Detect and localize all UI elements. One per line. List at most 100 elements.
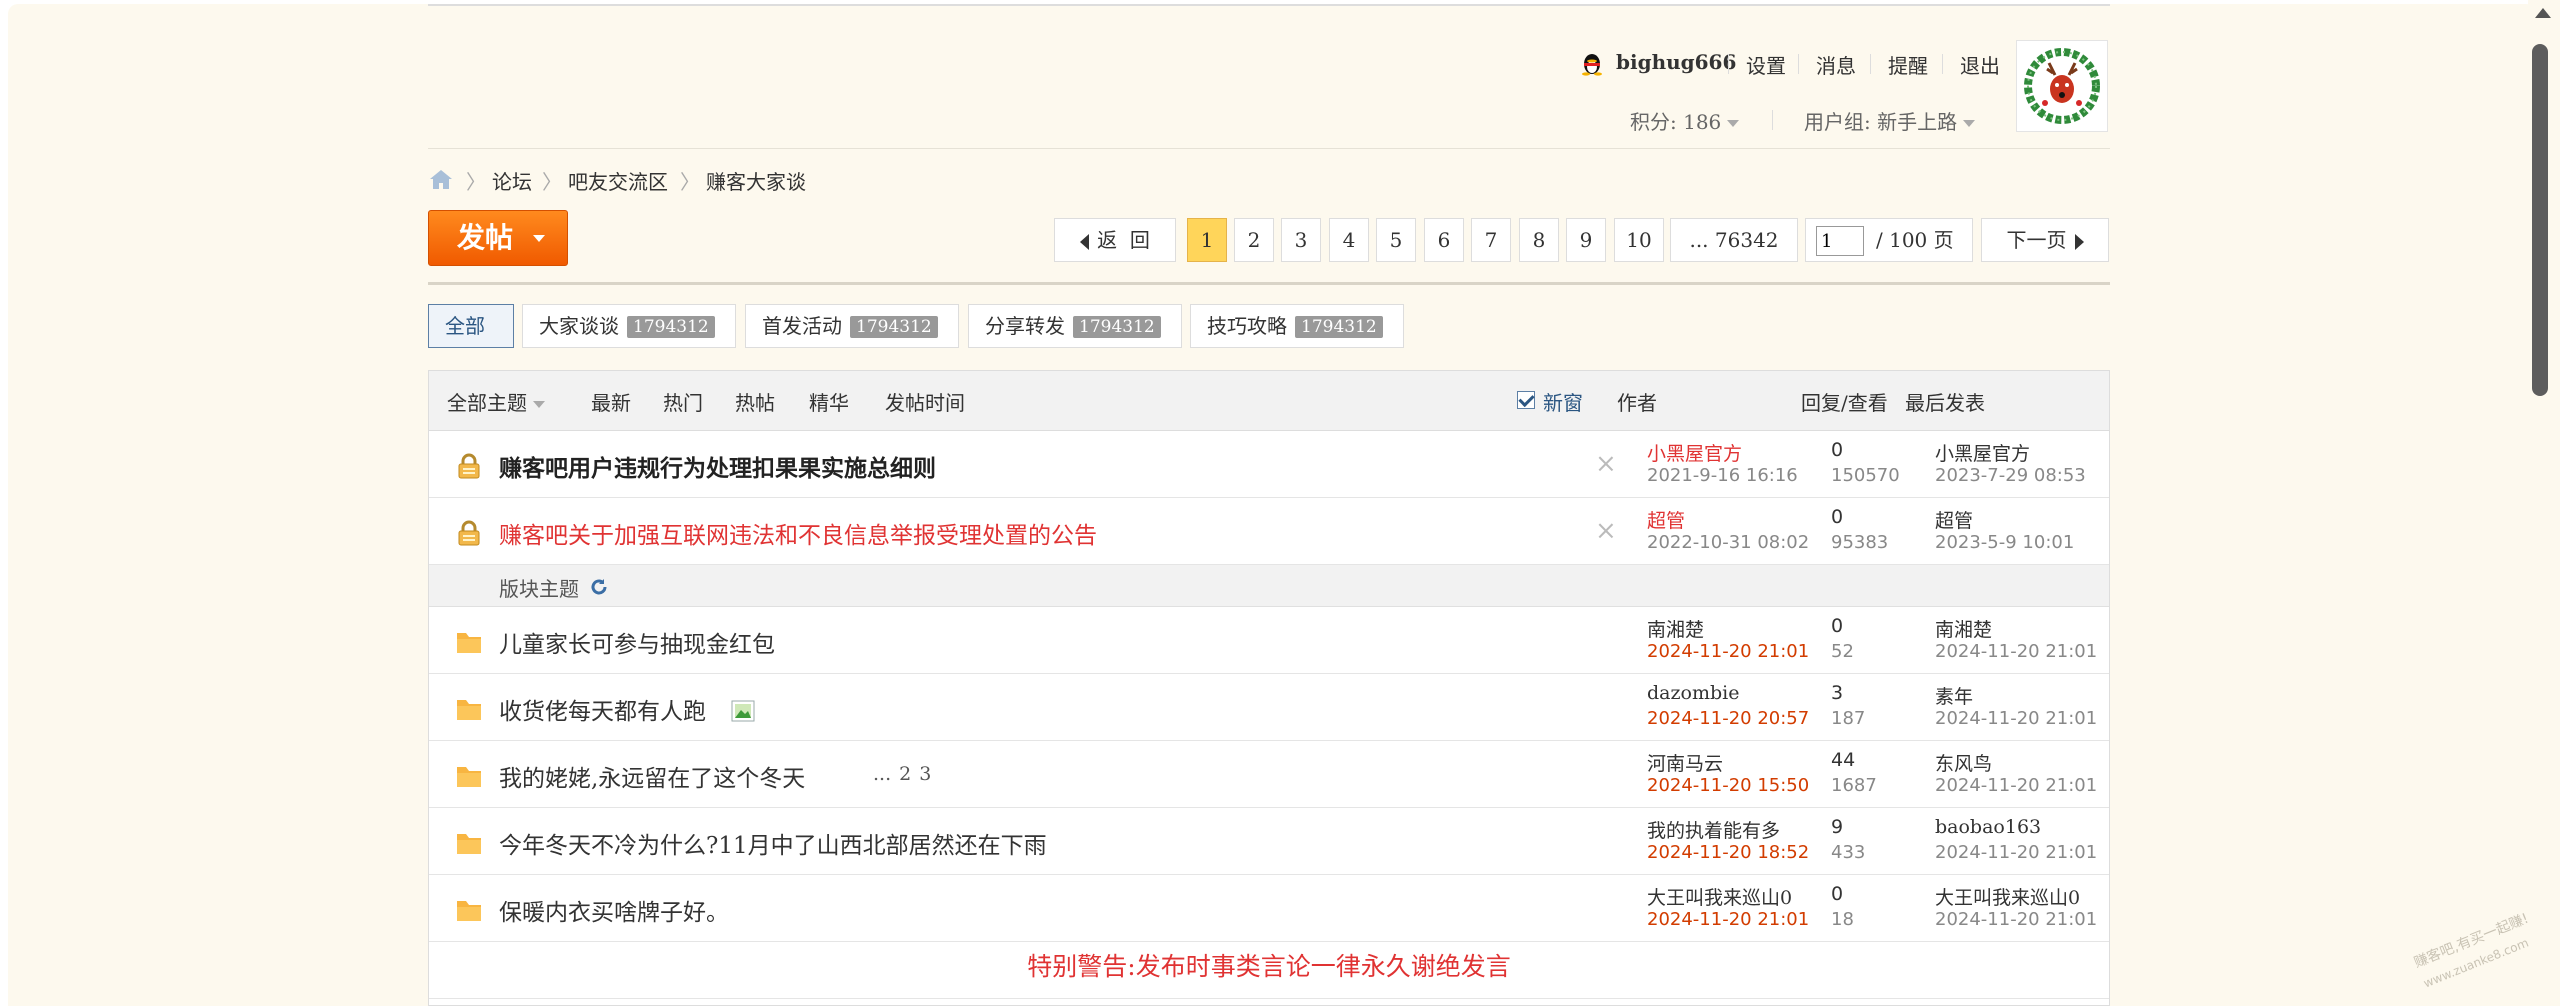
divider [1728, 54, 1729, 74]
scroll-up-arrow-icon[interactable] [2535, 8, 2551, 18]
filter-hot-posts[interactable]: 热帖 [735, 387, 775, 416]
last-poster[interactable]: 素年 [1935, 682, 1973, 709]
thread-row: 收货佬每天都有人跑 dazombie 2024-11-20 20:57 3 18… [429, 674, 2109, 741]
category-tab-share[interactable]: 分享转发 1794312 [968, 304, 1182, 348]
messages-link[interactable]: 消息 [1816, 50, 1856, 79]
thread-author[interactable]: dazombie [1647, 682, 1739, 704]
folder-icon [457, 834, 481, 854]
page-10[interactable]: 10 [1614, 218, 1664, 262]
arrow-left-icon [1080, 233, 1090, 250]
usergroup-menu[interactable]: 用户组: 新手上路 [1804, 106, 1976, 135]
last-post-date[interactable]: 2023-7-29 08:53 [1935, 465, 2086, 486]
thread-author[interactable]: 超管 [1647, 506, 1685, 533]
thread-row: 我的姥姥,永远留在了这个冬天 ... 2 3 河南马云 2024-11-20 15:… [429, 741, 2109, 808]
thread-title[interactable]: 收货佬每天都有人跑 [499, 692, 706, 726]
scrollbar-thumb[interactable] [2532, 44, 2548, 396]
thread-title[interactable]: 今年冬天不冷为什么?11月中了山西北部居然还在下雨 [499, 826, 1047, 860]
new-window-label[interactable]: 新窗 [1543, 387, 1583, 416]
thread-page-3[interactable]: 3 [919, 763, 931, 785]
thread-author[interactable]: 小黑屋官方 [1647, 439, 1742, 466]
breadcrumb-board[interactable]: 吧友交流区 [568, 166, 668, 195]
thread-table: 全部主题 最新 热门 热帖 精华 发帖时间 新窗 作者 回复/查看 最后发表 赚… [428, 370, 2110, 1006]
filter-latest[interactable]: 最新 [591, 387, 631, 416]
chevron-down-icon [1727, 120, 1740, 127]
thread-author[interactable]: 南湘楚 [1647, 615, 1704, 642]
last-poster[interactable]: 超管 [1935, 506, 1973, 533]
reply-count: 0 [1831, 439, 1844, 461]
arrow-right-icon [2074, 233, 2084, 250]
category-label: 技巧攻略 [1207, 314, 1287, 338]
thread-author[interactable]: 河南马云 [1647, 749, 1723, 776]
last-post-date[interactable]: 2024-11-20 21:01 [1935, 775, 2097, 796]
breadcrumb-subboard[interactable]: 赚客大家谈 [706, 166, 806, 195]
last-poster[interactable]: baobao163 [1935, 816, 2041, 838]
last-post-date[interactable]: 2024-11-20 21:01 [1935, 708, 2097, 729]
points-menu[interactable]: 积分: 186 [1630, 106, 1740, 135]
logout-link[interactable]: 退出 [1960, 50, 2000, 79]
category-tab-first-release[interactable]: 首发活动 1794312 [745, 304, 959, 348]
sticky-thread-row: 赚客吧关于加强互联网违法和不良信息举报受理处置的公告 × 超管 2022-10-… [429, 498, 2109, 565]
all-topics-filter[interactable]: 全部主题 [447, 387, 545, 416]
notifications-link[interactable]: 提醒 [1888, 50, 1928, 79]
filter-post-time[interactable]: 发帖时间 [885, 387, 965, 416]
folder-icon [457, 633, 481, 653]
reply-count: 0 [1831, 506, 1844, 528]
breadcrumb-forum[interactable]: 论坛 [492, 166, 532, 195]
page-8[interactable]: 8 [1519, 218, 1559, 262]
all-topics-label: 全部主题 [447, 391, 527, 415]
page-last[interactable]: ... 76342 [1670, 218, 1798, 262]
page-6[interactable]: 6 [1424, 218, 1464, 262]
last-post-date[interactable]: 2024-11-20 21:01 [1935, 842, 2097, 863]
next-page-button[interactable]: 下一页 [1981, 218, 2109, 262]
thread-title[interactable]: 赚客吧关于加强互联网违法和不良信息举报受理处置的公告 [499, 516, 1097, 550]
back-button[interactable]: 返 回 [1054, 218, 1176, 262]
page-3[interactable]: 3 [1281, 218, 1321, 262]
avatar[interactable] [2016, 40, 2108, 132]
category-tab-tips[interactable]: 技巧攻略 1794312 [1190, 304, 1404, 348]
chevron-down-icon [533, 401, 545, 408]
page-5[interactable]: 5 [1376, 218, 1416, 262]
thread-author[interactable]: 我的执着能有多 [1647, 816, 1780, 843]
filter-digest[interactable]: 精华 [809, 387, 849, 416]
last-post-date[interactable]: 2024-11-20 21:01 [1935, 641, 2097, 662]
page-4[interactable]: 4 [1329, 218, 1369, 262]
thread-author[interactable]: 大王叫我来巡山0 [1647, 883, 1792, 910]
thread-title[interactable]: 赚客吧用户违规行为处理扣果果实施总细则 [499, 449, 936, 483]
thread-row: 保暖内衣买啥牌子好。 大王叫我来巡山0 2024-11-20 21:01 0 1… [429, 875, 2109, 942]
page-9[interactable]: 9 [1566, 218, 1606, 262]
page-1[interactable]: 1 [1187, 218, 1227, 262]
close-icon[interactable]: × [1595, 516, 1617, 546]
new-post-label: 发帖 [457, 221, 514, 254]
chevron-down-icon [1963, 120, 1976, 127]
thread-title[interactable]: 保暖内衣买啥牌子好。 [499, 893, 729, 927]
last-post-date[interactable]: 2023-5-9 10:01 [1935, 532, 2074, 553]
thread-page-2[interactable]: 2 [899, 763, 911, 785]
settings-link[interactable]: 设置 [1746, 50, 1786, 79]
category-count-badge: 1794312 [1295, 316, 1383, 338]
points-label: 积分: 186 [1630, 110, 1722, 134]
last-poster[interactable]: 东风鸟 [1935, 749, 1992, 776]
last-post-date[interactable]: 2024-11-20 21:01 [1935, 909, 2097, 930]
category-tab-all[interactable]: 全部 [428, 304, 514, 348]
last-poster[interactable]: 南湘楚 [1935, 615, 1992, 642]
reply-count: 0 [1831, 615, 1844, 637]
thread-title[interactable]: 儿童家长可参与抽现金红包 [499, 625, 775, 659]
category-tab-chat[interactable]: 大家谈谈 1794312 [522, 304, 736, 348]
divider [1798, 54, 1799, 74]
close-icon[interactable]: × [1595, 449, 1617, 479]
new-post-button[interactable]: 发帖 [428, 210, 568, 266]
username-link[interactable]: bighug666 [1616, 50, 1736, 74]
page-7[interactable]: 7 [1471, 218, 1511, 262]
home-icon[interactable] [428, 168, 454, 190]
new-window-checkbox[interactable] [1517, 391, 1535, 409]
filter-hot[interactable]: 热门 [663, 387, 703, 416]
last-poster[interactable]: 大王叫我来巡山0 [1935, 883, 2080, 910]
page-2[interactable]: 2 [1234, 218, 1274, 262]
last-poster[interactable]: 小黑屋官方 [1935, 439, 2030, 466]
reply-count: 3 [1831, 682, 1844, 704]
refresh-icon[interactable] [589, 577, 609, 597]
page-ellipsis[interactable]: ... [873, 763, 891, 785]
thread-title[interactable]: 我的姥姥,永远留在了这个冬天 [499, 759, 805, 793]
page-jump-input[interactable] [1816, 226, 1864, 256]
reply-view-column-header: 回复/查看 [1801, 391, 1888, 415]
